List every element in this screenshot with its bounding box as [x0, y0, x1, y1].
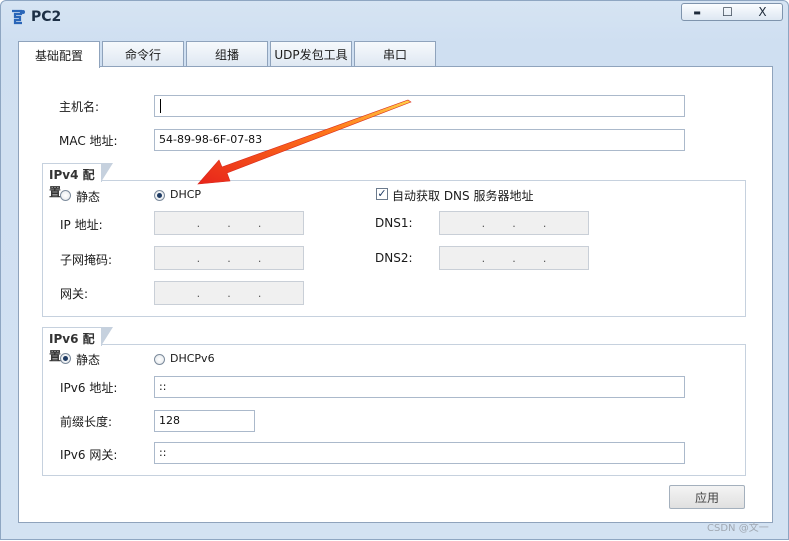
title-bar[interactable]: PC2 ▬ ☐ X: [1, 1, 788, 35]
ipv4-static-label: 静态: [76, 190, 101, 204]
ip-dot: .: [512, 251, 516, 265]
ip-dot: .: [481, 251, 486, 265]
ip-dot: .: [227, 216, 231, 230]
auto-dns-checkbox[interactable]: ✓: [376, 188, 388, 200]
watermark: CSDN @文一: [707, 523, 769, 534]
pc-app-icon: [12, 9, 25, 25]
ipv6-static-radio[interactable]: [60, 353, 71, 364]
subnet-mask-input[interactable]: ...: [154, 246, 304, 270]
prefix-length-label: 前缀长度:: [60, 415, 113, 429]
subnet-mask-label: 子网掩码:: [60, 253, 113, 267]
ipv6-gateway-input[interactable]: ::: [154, 442, 685, 464]
hostname-input[interactable]: [154, 95, 685, 117]
ip-dot: .: [257, 216, 262, 230]
ip-dot: .: [512, 216, 516, 230]
ipv6-address-input[interactable]: ::: [154, 376, 685, 398]
tab-command-line[interactable]: 命令行: [102, 41, 184, 66]
ip-dot: .: [227, 251, 231, 265]
ipv6-dhcpv6-radio[interactable]: [154, 354, 165, 365]
mac-address-input[interactable]: 54-89-98-6F-07-83: [154, 129, 685, 151]
ip-dot: .: [196, 286, 201, 300]
ip-dot: .: [196, 251, 201, 265]
ipv6-static-label: 静态: [76, 353, 101, 367]
mac-label: MAC 地址:: [59, 134, 118, 148]
ipv4-dhcp-label: DHCP: [170, 188, 202, 201]
ip-dot: .: [542, 216, 547, 230]
ip-dot: .: [257, 286, 262, 300]
close-button[interactable]: X: [743, 3, 783, 21]
dns1-label: DNS1:: [375, 216, 413, 230]
ipv4-group-title: IPv4 配置: [42, 163, 113, 199]
window-title: PC2: [31, 9, 62, 25]
prefix-length-input[interactable]: 128: [154, 410, 255, 432]
auto-dns-label: 自动获取 DNS 服务器地址: [392, 189, 534, 203]
ipv4-static-radio[interactable]: [60, 190, 71, 201]
ipv6-dhcpv6-label: DHCPv6: [170, 352, 215, 365]
maximize-icon: ☐: [722, 5, 733, 19]
tab-multicast[interactable]: 组播: [186, 41, 268, 66]
gateway-label: 网关:: [60, 287, 89, 301]
ip-address-label: IP 地址:: [60, 218, 103, 232]
ip-dot: .: [542, 251, 547, 265]
minimize-icon: ▬: [693, 7, 701, 17]
ipv6-group-title: IPv6 配置: [42, 327, 113, 363]
ipv4-dhcp-radio[interactable]: [154, 190, 165, 201]
tab-udp-tool[interactable]: UDP发包工具: [270, 41, 352, 66]
dns2-input[interactable]: ...: [439, 246, 589, 270]
tab-basic-config[interactable]: 基础配置: [18, 41, 100, 68]
gateway-input[interactable]: ...: [154, 281, 304, 305]
dns2-label: DNS2:: [375, 251, 413, 265]
dns1-input[interactable]: ...: [439, 211, 589, 235]
apply-button[interactable]: 应用: [669, 485, 745, 509]
ipv6-address-label: IPv6 地址:: [60, 381, 118, 395]
maximize-button[interactable]: ☐: [712, 3, 744, 21]
ip-dot: .: [481, 216, 486, 230]
pc2-window: PC2 ▬ ☐ X 基础配置 命令行 组播 UDP发包工具 串口 主机名: MA…: [0, 0, 789, 540]
ip-address-input[interactable]: ...: [154, 211, 304, 235]
tab-serial-port[interactable]: 串口: [354, 41, 436, 66]
ip-dot: .: [196, 216, 201, 230]
close-icon: X: [758, 5, 767, 19]
ip-dot: .: [257, 251, 262, 265]
text-caret: [160, 99, 161, 113]
ip-dot: .: [227, 286, 231, 300]
ipv6-gateway-label: IPv6 网关:: [60, 448, 118, 462]
hostname-label: 主机名:: [59, 100, 100, 114]
minimize-button[interactable]: ▬: [681, 3, 713, 21]
